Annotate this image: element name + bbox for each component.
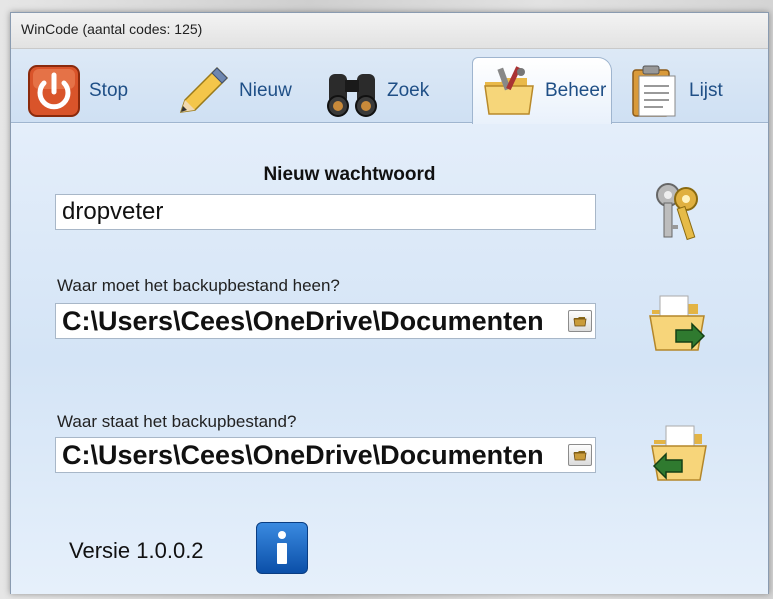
backup-target-label: Waar moet het backupbestand heen?	[57, 276, 340, 295]
version-label: Versie 1.0.0.2	[69, 538, 204, 563]
tab-label: Nieuw	[239, 80, 292, 101]
clipboard-list-icon	[625, 64, 683, 118]
tab-zoek[interactable]: Zoek	[323, 59, 429, 123]
binoculars-icon	[323, 64, 381, 118]
browse-source-button[interactable]	[568, 444, 592, 466]
backup-source-label: Waar staat het backupbestand?	[57, 412, 297, 431]
window-title: WinCode (aantal codes: 125)	[21, 21, 203, 37]
browse-target-button[interactable]	[568, 310, 592, 332]
restore-backup-icon[interactable]	[646, 422, 712, 488]
tab-label: Lijst	[689, 80, 723, 101]
tab-beheer[interactable]: Beheer	[472, 57, 612, 124]
tab-nieuw[interactable]: Nieuw	[175, 59, 292, 123]
tab-label: Beheer	[545, 80, 607, 101]
tab-lijst[interactable]: Lijst	[625, 59, 723, 123]
power-icon	[25, 64, 83, 118]
save-backup-icon[interactable]	[646, 292, 712, 358]
info-icon	[277, 531, 287, 564]
folder-small-icon	[573, 451, 587, 461]
backup-target-input[interactable]	[55, 303, 596, 339]
title-bar: WinCode (aantal codes: 125)	[11, 13, 768, 49]
tab-stop[interactable]: Stop	[25, 59, 128, 123]
password-input[interactable]	[55, 194, 596, 230]
password-label: Nieuw wachtwoord	[263, 164, 436, 185]
tab-strip: Stop Nieuw Zoek Beheer Lijst	[11, 49, 768, 124]
tab-label: Zoek	[387, 80, 430, 101]
tab-label: Stop	[89, 80, 129, 101]
app-window: WinCode (aantal codes: 125) Stop Nieuw Z…	[10, 12, 769, 594]
keys-icon[interactable]	[646, 179, 712, 245]
backup-source-input[interactable]	[55, 437, 596, 473]
folder-tools-icon	[481, 64, 539, 118]
folder-small-icon	[573, 317, 587, 327]
info-button[interactable]	[256, 522, 308, 574]
beheer-panel: Nieuw wachtwoord Waar moet het backupbes…	[11, 124, 768, 594]
pencil-icon	[175, 64, 233, 118]
